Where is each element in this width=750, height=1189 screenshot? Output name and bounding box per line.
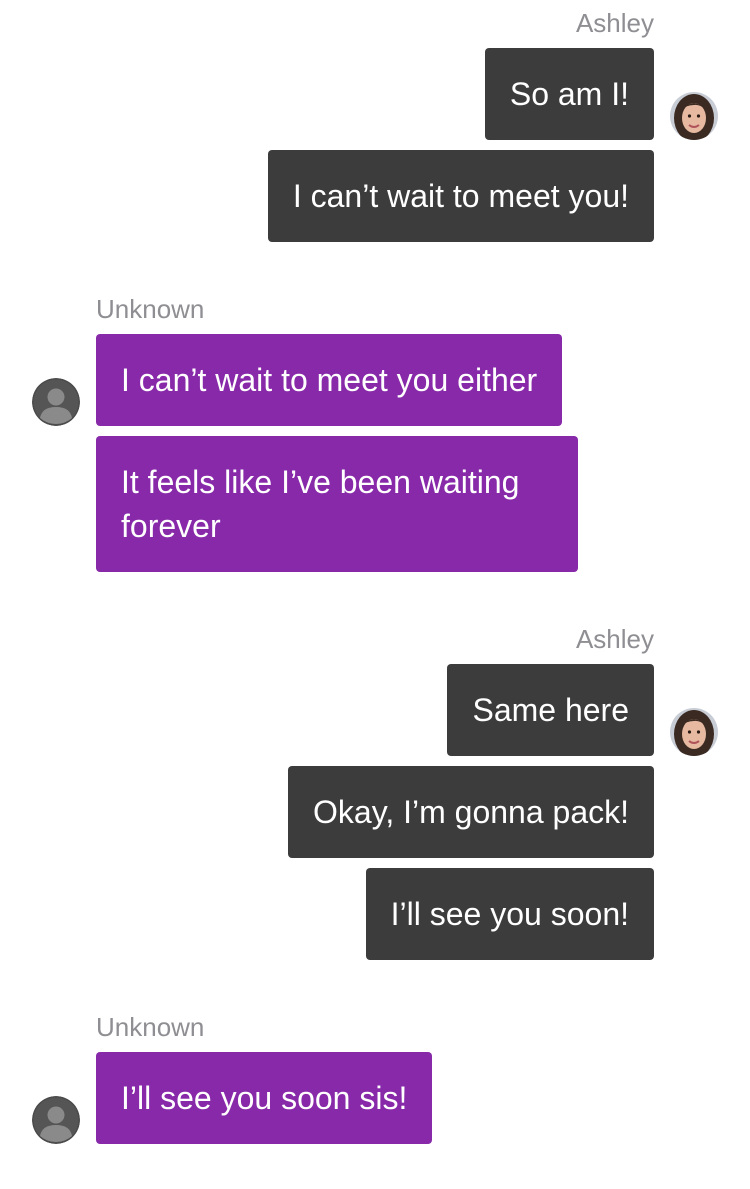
- chat-transcript: Ashley So am I! I can’t wait to meet you…: [0, 0, 750, 1189]
- outgoing-message-bubble[interactable]: So am I!: [484, 48, 654, 140]
- outgoing-message-bubble[interactable]: Same here: [447, 664, 654, 756]
- outgoing-message-bubble[interactable]: Okay, I’m gonna pack!: [288, 766, 654, 858]
- outgoing-message-bubble[interactable]: I can’t wait to meet you!: [267, 150, 654, 242]
- sender-name: Ashley: [575, 8, 654, 38]
- outgoing-message-bubble[interactable]: I’ll see you soon!: [365, 868, 654, 960]
- sender-name: Unknown: [96, 294, 205, 324]
- incoming-message-bubble[interactable]: I’ll see you soon sis!: [96, 1052, 433, 1144]
- sender-name: Unknown: [96, 1012, 205, 1042]
- default-user-avatar-icon[interactable]: [32, 1096, 80, 1144]
- sender-name: Ashley: [575, 624, 654, 654]
- ashley-photo-avatar-icon[interactable]: [670, 708, 718, 756]
- default-user-avatar-icon[interactable]: [32, 378, 80, 426]
- incoming-message-bubble[interactable]: I can’t wait to meet you either: [96, 334, 563, 426]
- ashley-photo-avatar-icon[interactable]: [670, 92, 718, 140]
- incoming-message-bubble[interactable]: It feels like I’ve been waiting forever: [96, 436, 578, 572]
